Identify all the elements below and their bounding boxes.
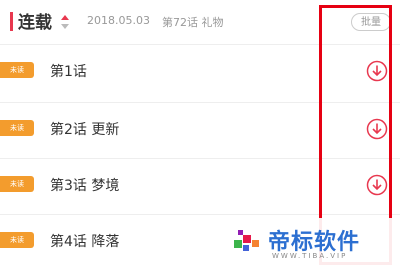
chapter-title[interactable]: 第4话 降落 [50, 231, 119, 251]
unread-badge: 未读 [0, 120, 34, 136]
watermark-url: WWW.TIBA.VIP [272, 252, 348, 260]
unread-badge: 未读 [0, 176, 34, 192]
watermark: 帝标软件 WWW.TIBA.VIP [228, 218, 398, 268]
unread-badge: 未读 [0, 62, 34, 78]
unread-badge: 未读 [0, 232, 34, 248]
sort-toggle-icon[interactable] [60, 14, 70, 30]
section-title: 连载 [18, 13, 52, 33]
chapter-title[interactable]: 第3话 梦境 [50, 175, 119, 195]
update-date: 2018.05.03 [87, 14, 150, 27]
chapter-title[interactable]: 第1话 [50, 61, 87, 81]
watermark-logo-icon [234, 230, 259, 251]
chapter-title[interactable]: 第2话 更新 [50, 119, 119, 139]
latest-chapter[interactable]: 第72话 礼物 [162, 14, 224, 30]
header-accent-bar [10, 12, 13, 31]
